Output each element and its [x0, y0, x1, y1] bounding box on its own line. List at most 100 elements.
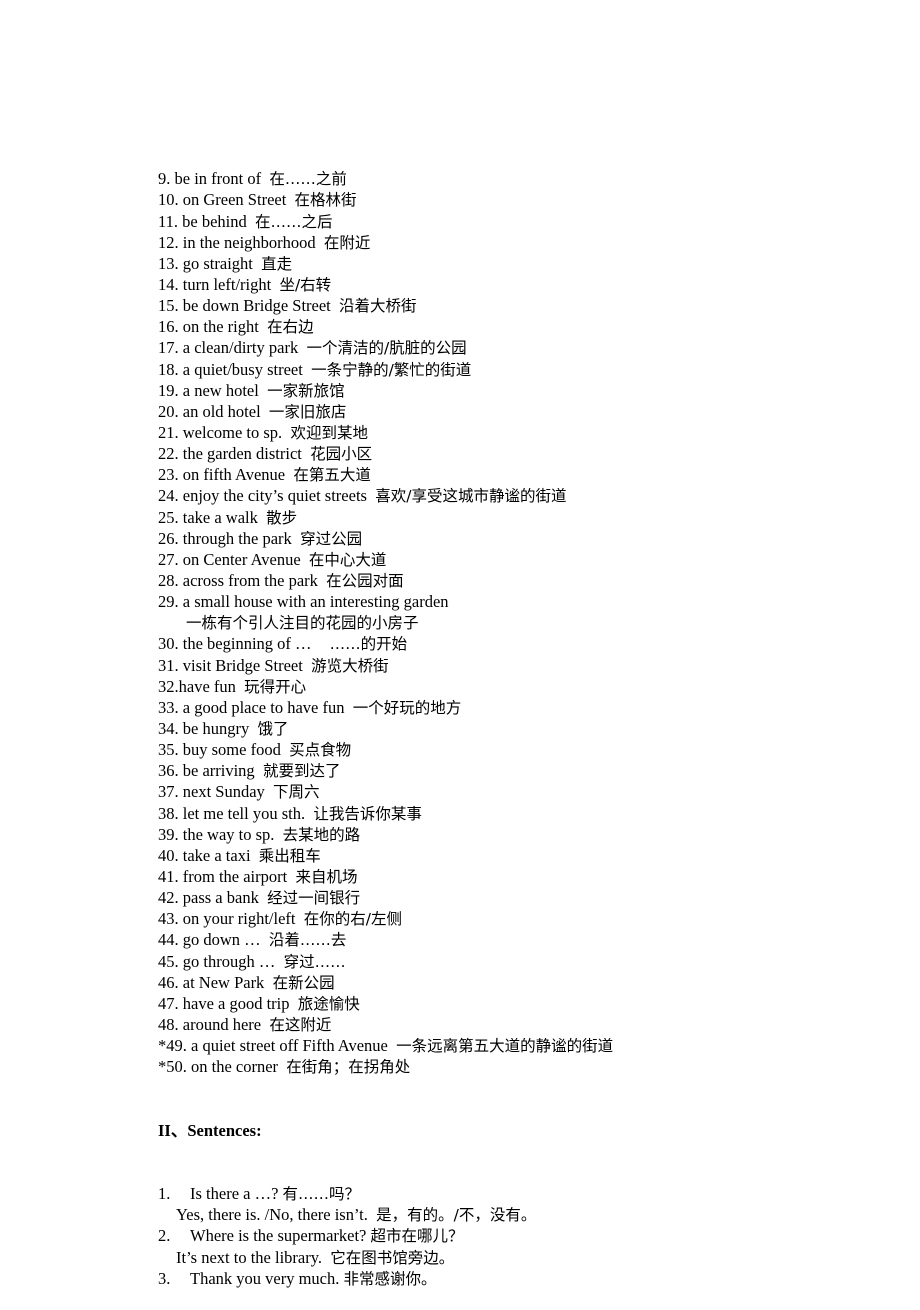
phrase-chinese: 在你的右/左侧: [303, 910, 402, 929]
phrase-number: *50.: [158, 1057, 191, 1077]
phrase-number: 20.: [158, 401, 183, 421]
sentence-item: 2. Where is the supermarket? 超市在哪儿？: [158, 1225, 613, 1246]
phrase-chinese: 喜欢/享受这城市静谧的街道: [375, 487, 567, 506]
phrase-number: 35.: [158, 740, 183, 760]
phrase-chinese: 在……之前: [269, 170, 347, 189]
phrase-english: on the right: [182, 317, 259, 337]
phrase-chinese: 花园小区: [310, 445, 373, 464]
answer-chinese: 它在图书馆旁边。: [330, 1248, 455, 1267]
phrase-item: 45. go through … 穿过……: [158, 951, 613, 972]
phrase-number: 32.: [158, 676, 179, 696]
phrase-item: 16. on the right 在右边: [158, 316, 613, 337]
phrase-item: 35. buy some food 买点食物: [158, 739, 613, 760]
phrase-number: 29.: [158, 592, 183, 612]
phrase-item: 20. an old hotel 一家旧旅店: [158, 401, 613, 422]
phrase-item: 9. be in front of 在……之前: [158, 168, 613, 189]
phrase-item: 18. a quiet/busy street 一条宁静的/繁忙的街道: [158, 359, 613, 380]
phrase-number: 23.: [158, 465, 183, 485]
phrase-item: 43. on your right/left 在你的右/左侧: [158, 908, 613, 929]
phrase-english: have fun: [178, 676, 236, 696]
phrase-chinese: 一家新旅馆: [267, 381, 345, 400]
phrase-chinese: 让我告诉你某事: [313, 804, 422, 823]
phrase-item: 48. around here 在这附近: [158, 1014, 613, 1035]
phrase-item: *50. on the corner 在街角；在拐角处: [158, 1056, 613, 1077]
phrase-item: 12. in the neighborhood 在附近: [158, 232, 613, 253]
phrase-chinese: 买点食物: [289, 741, 352, 760]
phrase-chinese: 在格林街: [294, 191, 357, 210]
phrase-item: 19. a new hotel 一家新旅馆: [158, 380, 613, 401]
phrase-number: 39.: [158, 824, 183, 844]
phrase-english: an old hotel: [182, 401, 261, 421]
phrase-number: 15.: [158, 296, 183, 316]
phrase-chinese: 一个清洁的/肮脏的公园: [306, 339, 467, 358]
phrase-english: go through …: [182, 951, 276, 971]
phrase-english: be hungry: [182, 718, 250, 738]
phrase-item: 42. pass a bank 经过一间银行: [158, 887, 613, 908]
phrase-number: 17.: [158, 338, 183, 358]
phrase-chinese: 玩得开心: [244, 677, 307, 696]
phrase-number: 47.: [158, 993, 183, 1013]
phrase-chinese: 在中心大道: [308, 550, 387, 569]
phrase-chinese: 去某地的路: [282, 825, 361, 844]
phrase-item: 46. at New Park 在新公园: [158, 972, 613, 993]
sentence-chinese: 有……吗？: [282, 1185, 361, 1204]
phrase-chinese: 穿过公园: [300, 529, 363, 548]
phrase-chinese: 穿过……: [283, 952, 346, 971]
phrase-chinese: 游览大桥街: [311, 656, 389, 675]
phrase-chinese: 在第五大道: [293, 466, 371, 485]
phrase-number: 16.: [158, 317, 183, 337]
phrase-number: 22.: [158, 444, 183, 464]
phrase-english: next Sunday: [182, 782, 265, 802]
phrase-english: be arriving: [182, 761, 255, 781]
phrase-number: 48.: [158, 1014, 183, 1034]
phrase-item: 38. let me tell you sth. 让我告诉你某事: [158, 803, 613, 824]
sentence-item: 1. Is there a …? 有……吗？: [158, 1183, 613, 1204]
phrase-chinese: 坐/右转: [279, 276, 332, 295]
phrase-english: across from the park: [182, 570, 318, 590]
phrase-number: 43.: [158, 909, 183, 929]
phrase-chinese: 散步: [266, 508, 298, 527]
sentence-english: Thank you very much.: [190, 1268, 340, 1288]
phrase-number: 26.: [158, 528, 183, 548]
phrase-english: through the park: [182, 528, 292, 548]
phrase-item: 31. visit Bridge Street 游览大桥街: [158, 655, 613, 676]
phrase-item: 17. a clean/dirty park 一个清洁的/肮脏的公园: [158, 337, 613, 358]
sentence-answer: Yes, there is. /No, there isn’t. 是，有的。/不…: [158, 1204, 613, 1225]
document-page: 9. be in front of 在……之前 10. on Green Stre…: [158, 126, 613, 1310]
phrase-item: 44. go down … 沿着……去: [158, 929, 613, 950]
phrase-chinese: 经过一间银行: [267, 889, 361, 908]
phrase-number: 27.: [158, 549, 183, 569]
phrase-item: 47. have a good trip 旅途愉快: [158, 993, 613, 1014]
phrase-number: 38.: [158, 803, 183, 823]
phrase-chinese: 沿着……去: [268, 931, 347, 950]
phrase-english: a good place to have fun: [182, 697, 345, 717]
phrase-translation-line: 一栋有个引人注目的花园的小房子: [158, 612, 613, 633]
phrase-english: from the airport: [182, 866, 288, 886]
phrase-number: 19.: [158, 380, 183, 400]
phrase-english: on your right/left: [182, 909, 296, 929]
phrase-number: 14.: [158, 275, 183, 295]
phrase-english: buy some food: [182, 740, 281, 760]
sentence-number: 1.: [158, 1184, 171, 1204]
phrase-chinese: 就要到达了: [262, 762, 341, 781]
phrase-english: on Center Avenue: [182, 549, 301, 569]
phrase-number: 21.: [158, 423, 183, 442]
phrase-english: the beginning of …: [182, 634, 312, 654]
phrase-chinese: 一条远离第五大道的静谧的街道: [396, 1037, 614, 1056]
phrase-chinese: 旅途愉快: [297, 994, 360, 1013]
phrase-chinese: 直走: [261, 254, 293, 273]
phrase-number: 31.: [158, 655, 183, 675]
phrase-item: 39. the way to sp. 去某地的路: [158, 824, 613, 845]
phrase-item: 30. the beginning of … ……的开始: [158, 633, 613, 654]
phrase-chinese: 饿了: [257, 719, 289, 738]
phrase-chinese: 一栋有个引人注目的花园的小房子: [186, 614, 419, 633]
phrase-number: 30.: [158, 634, 183, 654]
phrase-item: 29. a small house with an interesting ga…: [158, 591, 613, 612]
phrase-item: 23. on fifth Avenue 在第五大道: [158, 464, 613, 485]
phrase-number: 13.: [158, 253, 183, 273]
phrase-english: go straight: [182, 253, 253, 273]
phrase-english: on Green Street: [182, 190, 287, 210]
phrase-chinese: 一条宁静的/繁忙的街道: [311, 360, 472, 379]
sentence-number: 2.: [158, 1226, 171, 1246]
phrase-chinese: 一个好玩的地方: [352, 698, 462, 717]
